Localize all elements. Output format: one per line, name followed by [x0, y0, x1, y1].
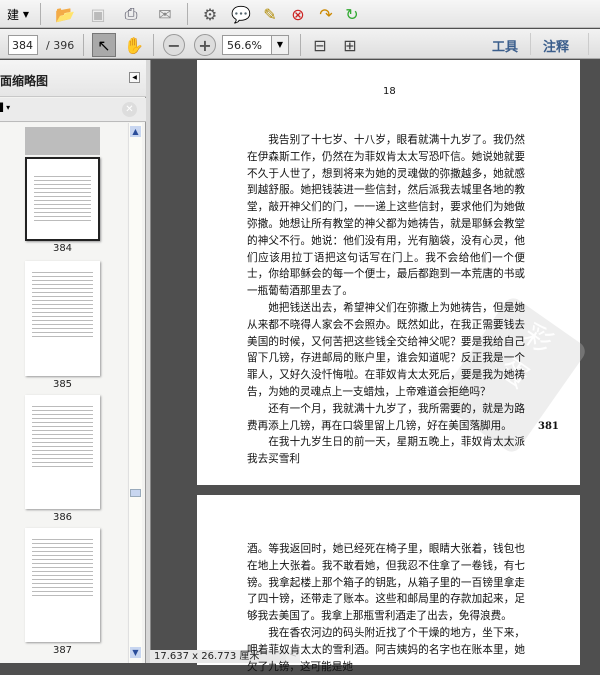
fit-page-icon[interactable]: ⊞: [340, 33, 360, 57]
collapse-panel-icon[interactable]: ◀: [129, 72, 140, 83]
divider: [300, 34, 301, 56]
page-header-number: 18: [383, 86, 396, 97]
divider: [83, 34, 84, 56]
thumbnail-scrollbar[interactable]: ▲ ▼: [128, 123, 142, 663]
thumbnail-label: 384: [52, 243, 73, 254]
main-toolbar: 建 ▼ 📂 ▣ ⎙ ✉ ⚙ 💬 ✎ ⊗ ↷ ↻: [0, 0, 600, 28]
scroll-down-icon[interactable]: ▼: [130, 647, 141, 658]
paragraph: 在我十九岁生日的前一天，星期五晚上，菲奴肯太太派我去买雪利: [247, 436, 525, 466]
open-icon[interactable]: 📂: [53, 2, 77, 26]
fit-width-icon[interactable]: ⊟: [310, 33, 330, 57]
document-page: 酒。等我返回时，她已经死在椅子里，眼睛大张着，钱包也在地上大张着。我不敢看她，但…: [197, 495, 580, 673]
create-button[interactable]: 建 ▼: [0, 4, 36, 24]
scroll-thumb[interactable]: [130, 489, 141, 497]
thumbnail-list: 384 385 386 387: [0, 123, 127, 663]
page-text: 酒。等我返回时，她已经死在椅子里，眼睛大张着，钱包也在地上大张着。我不敢看她，但…: [247, 541, 525, 675]
document-page: 彩蛋 18 我告别了十七岁、十八岁，眼看就满十九岁了。我仍然在伊森斯工作，仍然在…: [197, 60, 589, 485]
divider: [40, 3, 41, 25]
paragraph: 酒。等我返回时，她已经死在椅子里，眼睛大张着，钱包也在地上大张着。我不敢看她，但…: [247, 543, 525, 623]
comment-icon[interactable]: 💬: [229, 2, 253, 26]
tools-tab[interactable]: 工具: [492, 36, 518, 55]
thumbnail-label: 387: [52, 645, 73, 656]
save-icon[interactable]: ▣: [86, 2, 110, 26]
zoom-level-input[interactable]: 56.6%: [222, 35, 272, 55]
panel-options-bar: ▌▾ ✕: [0, 98, 146, 122]
zoom-in-icon[interactable]: +: [194, 34, 216, 56]
thumbnail-previous-page[interactable]: [25, 127, 100, 155]
divider: [153, 34, 154, 56]
thumbnail-label: 385: [52, 379, 73, 390]
print-icon[interactable]: ⎙: [119, 2, 143, 26]
page-number-input[interactable]: 384: [8, 35, 38, 55]
highlight-icon[interactable]: ✎: [258, 2, 282, 26]
page-footer-number: 381: [538, 421, 559, 432]
thumbnail-page-386[interactable]: [25, 395, 100, 509]
thumbnail-page-385[interactable]: [25, 261, 100, 376]
scroll-up-icon[interactable]: ▲: [130, 126, 141, 137]
export-icon[interactable]: ↷: [314, 2, 338, 26]
close-icon[interactable]: ✕: [122, 102, 137, 117]
panel-header: 页面缩略图 ◀: [0, 60, 146, 97]
panel-resize-handle[interactable]: [146, 60, 151, 663]
paragraph: 我在香农河边的码头附近找了个干燥的地方，坐下来，呷着菲奴肯太太的雪利酒。阿吉姨妈…: [247, 626, 525, 673]
divider: [530, 33, 531, 55]
paragraph: 还有一个月，我就满十九岁了，我所需要的，就是为路费再添上几镑，再在口袋里留上几镑…: [247, 402, 525, 432]
hand-tool-icon[interactable]: ✋: [122, 33, 146, 57]
delete-page-icon[interactable]: ⊗: [286, 2, 310, 26]
thumbnail-page-384[interactable]: [25, 157, 100, 241]
divider: [187, 3, 188, 25]
email-icon[interactable]: ✉: [153, 2, 177, 26]
page-text: 我告别了十七岁、十八岁，眼看就满十九岁了。我仍然在伊森斯工作，仍然在为菲奴肯太太…: [247, 132, 525, 468]
zoom-out-icon[interactable]: −: [163, 34, 185, 56]
select-tool-icon[interactable]: ↖: [92, 33, 116, 57]
chevron-down-icon: ▼: [22, 9, 29, 19]
options-dropdown-icon[interactable]: ▌▾: [0, 103, 10, 112]
comment-tab[interactable]: 注释: [543, 36, 569, 55]
panel-title: 页面缩略图: [0, 74, 49, 88]
zoom-dropdown-chevron-icon[interactable]: ▼: [271, 35, 289, 55]
divider: [588, 33, 589, 55]
paragraph: 我告别了十七岁、十八岁，眼看就满十九岁了。我仍然在伊森斯工作，仍然在为菲奴肯太太…: [247, 134, 525, 298]
paragraph: 她把钱送出去，希望神父们在弥撒上为她祷告，但是她从来都不晓得人家会不会照办。既然…: [247, 301, 525, 398]
settings-icon[interactable]: ⚙: [198, 2, 222, 26]
page-total: / 396: [46, 39, 75, 52]
share-icon[interactable]: ↻: [340, 2, 364, 26]
thumbnail-page-387[interactable]: [25, 528, 100, 642]
thumbnail-panel: 页面缩略图 ◀ ▌▾ ✕ 384 385 386 387 ▲ ▼: [0, 60, 146, 663]
thumbnail-label: 386: [52, 512, 73, 523]
